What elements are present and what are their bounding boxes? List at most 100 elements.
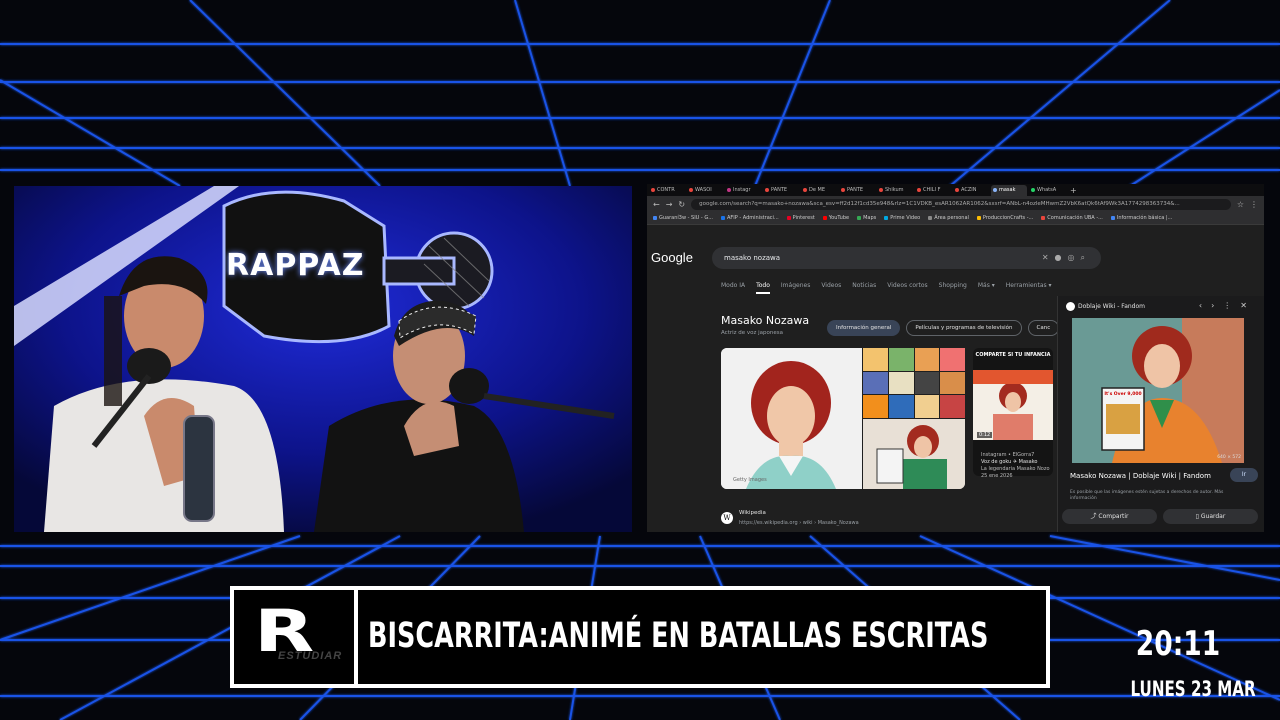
- next-icon[interactable]: ›: [1211, 301, 1223, 310]
- studio-scene: [14, 186, 632, 532]
- preview-photo: [1072, 318, 1244, 463]
- filter-chips: Información general Películas y programa…: [827, 320, 1060, 336]
- wikipedia-url[interactable]: https://es.wikipedia.org › wiki › Masako…: [739, 520, 859, 526]
- forward-icon[interactable]: →: [666, 200, 673, 209]
- image-preview-panel: Doblaje Wiki - Fandom ‹›⋮✕ It's Over 9,0…: [1057, 296, 1264, 532]
- brand-subtitle: ESTUDIAR: [278, 650, 343, 662]
- prev-icon[interactable]: ‹: [1199, 301, 1211, 310]
- card-source: Instagram • ElGorra7: [981, 452, 1035, 458]
- mic-icon[interactable]: ●: [1055, 253, 1068, 262]
- bookmark-item[interactable]: Área personal: [928, 215, 969, 221]
- preview-image[interactable]: It's Over 9,000 640 × 572: [1072, 318, 1244, 463]
- chip-canciones[interactable]: Canc: [1027, 320, 1060, 336]
- search-input[interactable]: masako nozawa ✕●◎⌕: [712, 247, 1101, 269]
- main-result-image[interactable]: Getty Images: [721, 348, 862, 489]
- browser-tab[interactable]: WhatsA: [1029, 185, 1065, 196]
- lower-third-banner: R ESTUDIAR BISCARRITA:ANIMÉ EN BATALLAS …: [230, 586, 1050, 688]
- card-caption: Voz de goku ✈ Masako: [981, 459, 1038, 465]
- bookmark-star-icon[interactable]: ☆: [1237, 200, 1244, 209]
- video-duration: 0:12: [977, 432, 993, 438]
- google-logo[interactable]: Google: [651, 250, 693, 265]
- video-card-meta: Instagram • ElGorra7 Voz de goku ✈ Masak…: [981, 452, 1061, 480]
- bookmark-item[interactable]: Comunicación UBA -...: [1041, 215, 1103, 221]
- share-label: Compartir: [1098, 513, 1129, 520]
- bookmark-item[interactable]: Información básica |...: [1110, 215, 1172, 221]
- video-thumbnail: [973, 370, 1053, 440]
- browser-tab[interactable]: De ME: [801, 185, 837, 196]
- tab-imagenes[interactable]: Imágenes: [781, 282, 810, 294]
- image-resolution: 640 × 572: [1217, 455, 1241, 460]
- search-query[interactable]: masako nozawa: [724, 254, 780, 262]
- save-button[interactable]: ▯ Guardar: [1163, 509, 1258, 524]
- lens-icon[interactable]: ◎: [1068, 253, 1081, 262]
- chip-peliculas[interactable]: Películas y programas de televisión: [906, 320, 1022, 336]
- bookmark-item[interactable]: Guaraní3w - SIU - G...: [653, 215, 713, 221]
- preview-title[interactable]: Masako Nozawa | Doblaje Wiki | Fandom: [1070, 472, 1211, 480]
- bookmark-item[interactable]: ProduccionCrafts -...: [976, 215, 1033, 221]
- browser-tab[interactable]: CONTR: [649, 185, 685, 196]
- browser-tab[interactable]: Instagr: [725, 185, 761, 196]
- browser-tab[interactable]: WASOI: [687, 185, 723, 196]
- reload-icon[interactable]: ↻: [678, 200, 685, 209]
- search-tabs: Modo IA Todo Imágenes Videos Noticias Vi…: [721, 282, 1052, 294]
- address-bar-row: ← → ↻ google.com/search?q=masako+nozawa&…: [647, 196, 1264, 212]
- image-credit: Getty Images: [733, 477, 767, 483]
- bookmark-item[interactable]: Maps: [857, 215, 876, 221]
- tab-videos[interactable]: Videos: [821, 282, 841, 294]
- more-icon[interactable]: ⋮: [1223, 301, 1240, 310]
- channel-brand: R ESTUDIAR: [234, 590, 358, 684]
- visit-button[interactable]: Ir: [1230, 468, 1258, 482]
- bookmark-item[interactable]: Pinterest: [786, 215, 815, 221]
- bookmark-item[interactable]: YouTube: [822, 215, 849, 221]
- portrait-illustration: [721, 348, 862, 489]
- tab-shopping[interactable]: Shopping: [939, 282, 967, 294]
- knowledge-panel-subtitle: Actriz de voz japonesa: [721, 330, 784, 336]
- knowledge-panel-title: Masako Nozawa: [721, 314, 810, 327]
- save-label: Guardar: [1200, 513, 1226, 520]
- browser-tab[interactable]: ACZIN: [953, 185, 989, 196]
- bookmarks-bar: Guaraní3w - SIU - G... AFIP - Administra…: [647, 212, 1264, 225]
- tab-mas[interactable]: Más ▾: [978, 282, 995, 294]
- book-title: It's Over 9,000: [1104, 392, 1142, 397]
- browser-window: CONTR WASOI Instagr PANTE De ME PANTE Sh…: [647, 184, 1264, 532]
- new-tab-button[interactable]: +: [1067, 185, 1080, 196]
- tab-noticias[interactable]: Noticias: [852, 282, 876, 294]
- tab-bar: CONTR WASOI Instagr PANTE De ME PANTE Sh…: [647, 184, 1264, 196]
- bookmark-item[interactable]: AFIP - Administraci...: [720, 215, 779, 221]
- card-date: 25 ene 2026: [981, 473, 1013, 479]
- copyright-note: Es posible que las imágenes estén sujeta…: [1070, 490, 1224, 501]
- result-image-book[interactable]: [863, 419, 965, 489]
- clock: 20:11: [1135, 624, 1221, 664]
- wikipedia-icon: W: [721, 512, 733, 524]
- bookmark-item[interactable]: Prime Video: [884, 215, 920, 221]
- menu-icon[interactable]: ⋮: [1250, 200, 1258, 209]
- back-icon[interactable]: ←: [653, 200, 660, 209]
- url-field[interactable]: google.com/search?q=masako+nozawa&sca_es…: [691, 198, 1231, 210]
- preview-controls: ‹›⋮✕: [1199, 301, 1256, 310]
- tab-todo[interactable]: Todo: [756, 282, 770, 294]
- close-icon[interactable]: ✕: [1240, 301, 1256, 310]
- browser-tab[interactable]: PANTE: [839, 185, 875, 196]
- preview-source[interactable]: Doblaje Wiki - Fandom: [1078, 303, 1145, 310]
- card-line: La legendaria Masako Nozo: [981, 466, 1050, 472]
- browser-tab[interactable]: PANTE: [763, 185, 799, 196]
- card-heading: COMPARTE SI TU INFANCIA: [975, 352, 1051, 358]
- tab-herramientas[interactable]: Herramientas ▾: [1006, 282, 1052, 294]
- result-image-collage[interactable]: [863, 348, 965, 418]
- studio-logo-text: RAPPAZ: [226, 248, 365, 283]
- chip-informacion-general[interactable]: Información general: [827, 320, 901, 336]
- webcam-feed: RAPPAZ: [14, 186, 632, 532]
- browser-tab[interactable]: Shikum: [877, 185, 913, 196]
- tab-videos-cortos[interactable]: Videos cortos: [887, 282, 927, 294]
- clear-icon[interactable]: ✕: [1042, 253, 1055, 262]
- google-header: Google masako nozawa ✕●◎⌕: [647, 242, 1264, 282]
- wikipedia-result-label[interactable]: Wikipedia: [739, 510, 766, 516]
- search-icon[interactable]: ⌕: [1081, 253, 1091, 262]
- book-photo: [863, 419, 965, 489]
- share-button[interactable]: ⤴ Compartir: [1062, 509, 1157, 524]
- fandom-icon: [1066, 302, 1075, 311]
- date: LUNES 23 MAR: [1130, 677, 1256, 701]
- browser-tab-active[interactable]: masak: [991, 185, 1027, 196]
- browser-tab[interactable]: CHILI F: [915, 185, 951, 196]
- tab-modo-ia[interactable]: Modo IA: [721, 282, 745, 294]
